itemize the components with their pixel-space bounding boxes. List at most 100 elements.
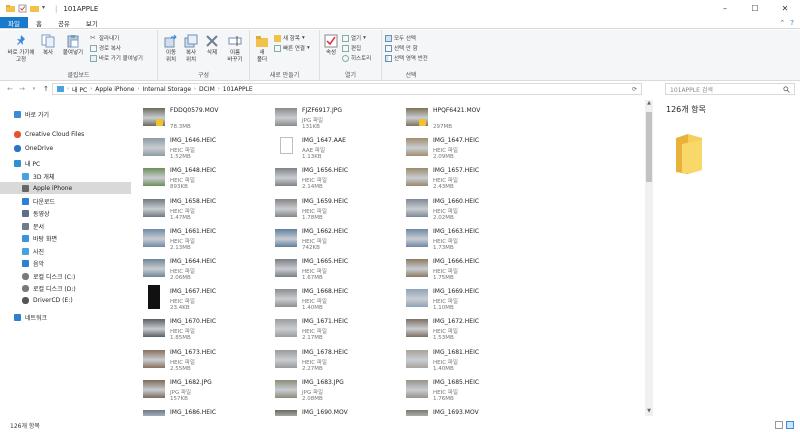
maximize-button[interactable]: ☐: [740, 0, 770, 17]
file-tile[interactable]: HPQF6421.MOV 297MB: [403, 104, 533, 134]
nav-item[interactable]: 동영상: [0, 207, 131, 219]
file-tile[interactable]: IMG_1685.HEIC HEIC 파일 1.76MB: [403, 376, 533, 406]
file-tile[interactable]: FDDQ0579.MOV 78.3MB: [140, 104, 270, 134]
collapse-ribbon-icon[interactable]: ⌃: [779, 19, 785, 27]
file-tile[interactable]: IMG_1660.HEIC HEIC 파일 2.02MB: [403, 195, 533, 225]
recent-dropdown-icon[interactable]: ▾: [28, 86, 40, 92]
nav-item[interactable]: Apple iPhone: [0, 182, 131, 194]
paste-shortcut-button[interactable]: 바로 가기 붙여넣기: [90, 54, 143, 62]
close-button[interactable]: ✕: [770, 0, 800, 17]
file-tile[interactable]: IMG_1648.HEIC HEIC 파일 893KB: [140, 164, 270, 194]
file-tile[interactable]: IMG_1693.MOV: [403, 406, 533, 416]
file-tile[interactable]: IMG_1682.JPG JPG 파일 157KB: [140, 376, 270, 406]
tab-view[interactable]: 보기: [78, 17, 106, 28]
nav-item[interactable]: 문서: [0, 220, 131, 232]
scrollbar-thumb[interactable]: [646, 112, 652, 182]
nav-item[interactable]: 네트워크: [0, 311, 131, 323]
file-tile[interactable]: IMG_1669.HEIC HEIC 파일 1.10MB: [403, 285, 533, 315]
file-tile[interactable]: IMG_1681.HEIC HEIC 파일 1.40MB: [403, 346, 533, 376]
file-tile[interactable]: FJZF6917.JPG JPG 파일 131KB: [272, 104, 402, 134]
nav-item[interactable]: DriverCD (E:): [0, 294, 131, 306]
file-tile[interactable]: IMG_1671.HEIC HEIC 파일 2.17MB: [272, 315, 402, 345]
tab-home[interactable]: 홈: [28, 17, 50, 28]
rename-button[interactable]: 이름 바꾸기: [224, 34, 246, 64]
file-tile[interactable]: IMG_1664.HEIC HEIC 파일 2.06MB: [140, 255, 270, 285]
tab-share[interactable]: 공유: [50, 17, 78, 28]
file-tile[interactable]: IMG_1678.HEIC HEIC 파일 2.27MB: [272, 346, 402, 376]
file-tile[interactable]: IMG_1672.HEIC HEIC 파일 1.53MB: [403, 315, 533, 345]
details-view-button[interactable]: [775, 421, 783, 429]
back-button[interactable]: ←: [4, 85, 16, 93]
file-tile[interactable]: IMG_1670.HEIC HEIC 파일 1.85MB: [140, 315, 270, 345]
qat-dropdown-icon[interactable]: ▾: [42, 4, 51, 13]
select-none-button[interactable]: 선택 안 함: [385, 44, 418, 52]
address-bar[interactable]: › 내 PC › Apple iPhone › Internal Storage…: [52, 83, 642, 95]
cut-button[interactable]: ✂ 잘라내기: [90, 34, 119, 42]
breadcrumb-internal-storage[interactable]: Internal Storage: [143, 86, 192, 93]
breadcrumb-iphone[interactable]: Apple iPhone: [95, 86, 134, 93]
file-tile[interactable]: IMG_1666.HEIC HEIC 파일 1.75MB: [403, 255, 533, 285]
properties-qat-icon[interactable]: [18, 4, 27, 13]
file-tile[interactable]: IMG_1667.HEIC HEIC 파일 23.4KB: [140, 285, 270, 315]
nav-item[interactable]: 로컬 디스크 (D:): [0, 282, 131, 294]
nav-item[interactable]: 음악: [0, 257, 131, 269]
breadcrumb-dcim[interactable]: DCIM: [199, 86, 215, 93]
nav-item[interactable]: 바로 가기: [0, 108, 131, 120]
nav-item[interactable]: OneDrive: [0, 142, 131, 154]
new-folder-button[interactable]: 새 폴더: [254, 34, 270, 64]
up-button[interactable]: ↑: [40, 85, 52, 93]
forward-button[interactable]: →: [16, 85, 28, 93]
move-to-button[interactable]: 이동 위치: [162, 34, 180, 64]
file-type: HEIC 파일: [433, 238, 458, 245]
nav-item[interactable]: 바탕 화면: [0, 232, 131, 244]
file-tile[interactable]: IMG_1663.HEIC HEIC 파일 1.73MB: [403, 225, 533, 255]
file-tile[interactable]: IMG_1690.MOV: [272, 406, 402, 416]
edit-button[interactable]: 편집: [342, 44, 361, 52]
nav-item[interactable]: Creative Cloud Files: [0, 128, 131, 140]
file-tile[interactable]: IMG_1656.HEIC HEIC 파일 2.14MB: [272, 164, 402, 194]
tab-file[interactable]: 파일: [0, 17, 28, 28]
select-all-button[interactable]: 모두 선택: [385, 34, 416, 42]
file-tile[interactable]: IMG_1657.HEIC HEIC 파일 2.43MB: [403, 164, 533, 194]
file-tile[interactable]: IMG_1646.HEIC HEIC 파일 1.52MB: [140, 134, 270, 164]
file-tile[interactable]: IMG_1647.HEIC HEIC 파일 2.09MB: [403, 134, 533, 164]
breadcrumb-pc[interactable]: 내 PC: [72, 85, 87, 94]
vertical-scrollbar[interactable]: ▲ ▼: [645, 100, 653, 416]
open-button[interactable]: 열기 ▾: [342, 34, 366, 42]
file-tile[interactable]: IMG_1668.HEIC HEIC 파일 1.40MB: [272, 285, 402, 315]
new-folder-qat-icon[interactable]: [30, 4, 39, 13]
scroll-up-icon[interactable]: ▲: [645, 100, 653, 108]
file-tile[interactable]: IMG_1647.AAE AAE 파일 1.13KB: [272, 134, 402, 164]
nav-item[interactable]: 사진: [0, 245, 131, 257]
copy-path-button[interactable]: 경로 복사: [90, 44, 121, 52]
history-button[interactable]: 히스토리: [342, 54, 371, 62]
search-box[interactable]: 101APPLE 검색: [665, 83, 795, 95]
new-item-button[interactable]: 새 항목 ▾: [274, 34, 305, 42]
paste-button[interactable]: 붙여넣기: [60, 34, 86, 57]
tiles-view-button[interactable]: [786, 421, 794, 429]
file-tile[interactable]: IMG_1662.HEIC HEIC 파일 742KB: [272, 225, 402, 255]
copy-to-button[interactable]: 복사 위치: [182, 34, 200, 64]
file-tile[interactable]: IMG_1659.HEIC HEIC 파일 1.78MB: [272, 195, 402, 225]
minimize-button[interactable]: –: [710, 0, 740, 17]
help-icon[interactable]: ?: [790, 19, 794, 27]
nav-item[interactable]: 로컬 디스크 (C:): [0, 270, 131, 282]
file-tile[interactable]: IMG_1683.JPG JPG 파일 2.08MB: [272, 376, 402, 406]
pin-quick-access-button[interactable]: 바로 가기에 고정: [4, 34, 38, 64]
file-tile[interactable]: IMG_1661.HEIC HEIC 파일 2.13MB: [140, 225, 270, 255]
properties-button[interactable]: 속성: [323, 34, 339, 57]
nav-item[interactable]: 내 PC: [0, 157, 131, 169]
delete-button[interactable]: 삭제: [204, 34, 220, 57]
scroll-down-icon[interactable]: ▼: [645, 408, 653, 416]
copy-button[interactable]: 복사: [40, 34, 56, 57]
nav-item[interactable]: 3D 개체: [0, 170, 131, 182]
refresh-icon[interactable]: ⟳: [632, 86, 637, 93]
file-tile[interactable]: IMG_1673.HEIC HEIC 파일 2.55MB: [140, 346, 270, 376]
file-tile[interactable]: IMG_1658.HEIC HEIC 파일 1.47MB: [140, 195, 270, 225]
file-tile[interactable]: IMG_1665.HEIC HEIC 파일 1.67MB: [272, 255, 402, 285]
nav-item[interactable]: 다운로드: [0, 195, 131, 207]
invert-selection-button[interactable]: 선택 영역 반전: [385, 54, 428, 62]
easy-access-button[interactable]: 빠른 연결 ▾: [274, 44, 310, 52]
breadcrumb-101apple[interactable]: 101APPLE: [223, 86, 253, 93]
file-tile[interactable]: IMG_1686.HEIC: [140, 406, 270, 416]
